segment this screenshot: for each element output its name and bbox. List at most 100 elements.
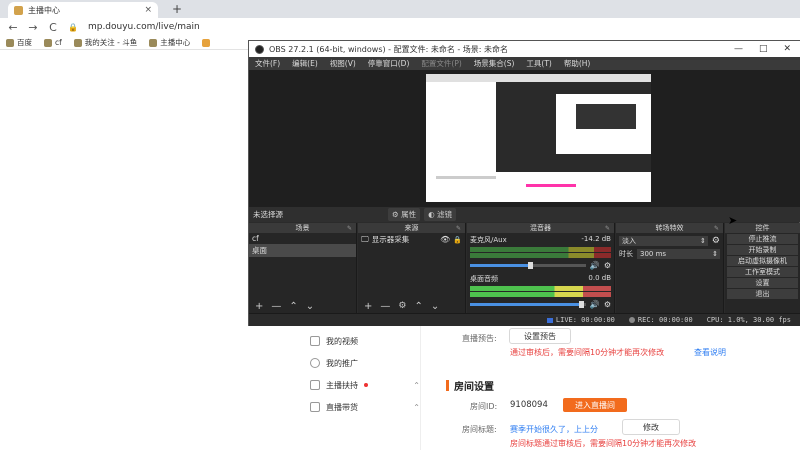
thumbs-up-icon xyxy=(310,380,320,390)
bookmark-streamer-center[interactable]: 主播中心 xyxy=(149,37,190,48)
duration-input[interactable]: 300 ms ⇕ xyxy=(637,249,720,259)
stop-streaming-button[interactable]: 停止推流 xyxy=(727,234,798,244)
gear-icon[interactable]: ⚙ xyxy=(604,300,611,309)
speaker-icon[interactable]: 🔊 xyxy=(590,300,600,309)
douyu-icon xyxy=(149,38,158,47)
bookmark-my-follows[interactable]: 我的关注 - 斗鱼 xyxy=(73,37,137,48)
move-up-icon[interactable]: ⌃ xyxy=(289,301,297,312)
obs-logo-icon xyxy=(255,44,264,54)
preview-canvas[interactable] xyxy=(426,74,651,202)
menu-item-label: 我的推广 xyxy=(326,358,358,368)
pin-icon[interactable]: ✎ xyxy=(605,225,610,232)
move-down-icon[interactable]: ⌄ xyxy=(306,301,314,312)
channel-name: 桌面音频 xyxy=(470,275,498,283)
scene-item[interactable]: cf xyxy=(249,233,356,244)
edit-title-button[interactable]: 修改 xyxy=(622,419,680,435)
volume-slider[interactable] xyxy=(470,262,586,269)
notification-dot xyxy=(364,383,368,387)
volume-knob[interactable] xyxy=(527,262,533,269)
new-tab-button[interactable]: + xyxy=(172,2,182,16)
mouse-cursor-icon: ➤ xyxy=(728,214,738,227)
bag-icon xyxy=(310,402,320,412)
no-source-selected-label: 未选择源 xyxy=(253,210,283,219)
start-recording-button[interactable]: 开始录制 xyxy=(727,245,798,255)
menu-item-label: 我的视频 xyxy=(326,336,358,346)
remove-icon[interactable]: — xyxy=(380,301,390,312)
menu-tools[interactable]: 工具(T) xyxy=(526,58,551,69)
duration-label: 时长 xyxy=(619,250,633,258)
add-icon[interactable]: + xyxy=(364,301,372,312)
properties-label: 属性 xyxy=(401,210,417,219)
menu-item-my-videos[interactable]: 我的视频 xyxy=(310,330,420,352)
filters-button[interactable]: ◐ 滤镜 xyxy=(424,208,457,221)
obs-status-bar: LIVE: 00:00:00 REC: 00:00:00 CPU: 1.0%, … xyxy=(249,313,800,326)
tab-close-icon[interactable]: × xyxy=(144,5,152,15)
menu-file[interactable]: 文件(F) xyxy=(255,58,280,69)
menu-help[interactable]: 帮助(H) xyxy=(564,58,591,69)
view-explanation-link[interactable]: 查看说明 xyxy=(694,347,726,358)
transition-select[interactable]: 淡入 ⇕ xyxy=(619,236,708,246)
volume-knob[interactable] xyxy=(578,301,584,308)
pin-icon[interactable]: ✎ xyxy=(347,225,352,232)
minimize-icon[interactable]: — xyxy=(734,44,743,54)
dock-header: 混音器 ✎ xyxy=(467,223,614,233)
remove-icon[interactable]: — xyxy=(271,301,281,312)
bookmark-cf[interactable]: cf xyxy=(44,38,62,47)
chevron-up-icon[interactable]: ⌃ xyxy=(413,403,420,412)
gear-icon[interactable]: ⚙ xyxy=(712,236,720,246)
enter-live-room-button[interactable]: 进入直播间 xyxy=(563,398,627,412)
menu-scene-collection[interactable]: 场景集合(S) xyxy=(474,58,515,69)
bookmark-baidu[interactable]: 百度 xyxy=(6,37,32,48)
sources-dock: 来源 ✎ 🖵 显示器采集 👁 🔒 + — ⚙ ⌃ ⌄ xyxy=(358,223,466,313)
gear-icon[interactable]: ⚙ xyxy=(604,261,611,270)
rec-time: REC: 00:00:00 xyxy=(637,316,693,324)
duration-value: 300 ms xyxy=(640,250,667,258)
source-item[interactable]: 🖵 显示器采集 👁 🔒 xyxy=(358,233,465,246)
menu-item-live-commerce[interactable]: 直播带货 ⌃ xyxy=(310,396,420,418)
scene-item[interactable]: 桌面 xyxy=(249,244,356,257)
menu-item-label: 直播带货 xyxy=(326,402,358,412)
back-icon[interactable]: ← xyxy=(8,21,18,34)
settings-button[interactable]: 设置 xyxy=(727,278,798,288)
menu-item-my-promotion[interactable]: 我的推广 xyxy=(310,352,420,374)
browser-tab[interactable]: 主播中心 × xyxy=(8,2,158,18)
bookmark-5[interactable] xyxy=(202,38,211,47)
dock-title: 混音器 xyxy=(530,224,551,232)
channel-db: -14.2 dB xyxy=(581,235,611,243)
add-icon[interactable]: + xyxy=(255,301,263,312)
speaker-icon[interactable]: 🔊 xyxy=(590,261,600,270)
preview-content xyxy=(426,74,651,82)
menu-item-streamer-support[interactable]: 主播扶持 ⌃ xyxy=(310,374,420,396)
start-virtual-camera-button[interactable]: 启动虚拟摄像机 xyxy=(727,256,798,266)
volume-fill xyxy=(470,303,582,306)
reload-icon[interactable]: C xyxy=(48,21,58,34)
gear-icon[interactable]: ⚙ xyxy=(398,301,406,311)
menu-docks[interactable]: 停靠窗口(D) xyxy=(368,58,410,69)
menu-edit[interactable]: 编辑(E) xyxy=(292,58,318,69)
move-down-icon[interactable]: ⌄ xyxy=(431,301,439,312)
pin-icon[interactable]: ✎ xyxy=(456,225,461,232)
source-toolbar: 未选择源 ⚙ 属性 ◐ 滤镜 xyxy=(249,207,800,222)
chevron-up-icon[interactable]: ⌃ xyxy=(413,381,420,390)
address-bar[interactable]: mp.douyu.com/live/main xyxy=(88,22,200,32)
exit-button[interactable]: 退出 xyxy=(727,289,798,299)
room-title-label: 房间标题: xyxy=(462,425,497,434)
maximize-icon[interactable]: □ xyxy=(759,44,768,54)
lock-icon[interactable]: 🔒 xyxy=(453,236,462,244)
studio-mode-button[interactable]: 工作室模式 xyxy=(727,267,798,277)
pin-icon[interactable]: ✎ xyxy=(714,225,719,232)
move-up-icon[interactable]: ⌃ xyxy=(414,301,422,312)
preview-content xyxy=(436,176,496,179)
obs-window-title: OBS 27.2.1 (64-bit, windows) - 配置文件: 未命名… xyxy=(269,44,509,54)
lock-icon[interactable]: 🔒 xyxy=(68,23,78,32)
forward-icon[interactable]: → xyxy=(28,21,38,34)
properties-button[interactable]: ⚙ 属性 xyxy=(388,208,421,221)
obs-preview-area[interactable] xyxy=(249,70,800,207)
window-controls: — □ ✕ xyxy=(734,44,800,54)
eye-icon[interactable]: 👁 xyxy=(440,235,450,244)
menu-profile[interactable]: 配置文件(P) xyxy=(421,58,461,69)
volume-slider[interactable] xyxy=(470,301,586,308)
set-preview-button[interactable]: 设置预告 xyxy=(509,328,571,344)
close-icon[interactable]: ✕ xyxy=(783,44,791,54)
menu-view[interactable]: 视图(V) xyxy=(330,58,356,69)
